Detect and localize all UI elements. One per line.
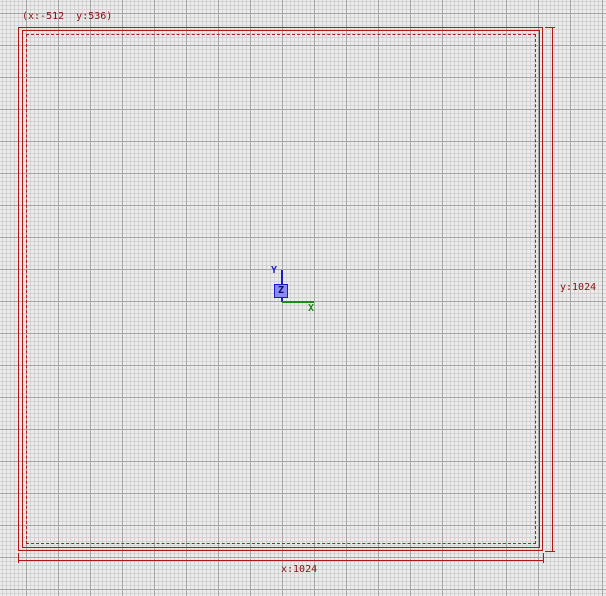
x-axis-label: X bbox=[308, 303, 315, 314]
cursor-coordinate-readout: (x:-512 y:536) bbox=[22, 11, 113, 22]
height-dimension-label: y:1024 bbox=[560, 282, 597, 293]
height-dimension-tick-bottom bbox=[545, 551, 555, 552]
grid-viewport[interactable]: (x:-512 y:536) x:1024 y:1024 Y X Z bbox=[0, 0, 606, 596]
height-dimension-tick-top bbox=[545, 27, 555, 28]
y-axis-label: Y bbox=[271, 265, 278, 276]
width-dimension-tick-left bbox=[18, 553, 19, 563]
width-dimension-line bbox=[18, 560, 544, 561]
width-dimension-tick-right bbox=[543, 553, 544, 563]
axis-gizmo[interactable]: Y X Z bbox=[268, 262, 328, 322]
z-axis-label: Z bbox=[278, 285, 285, 296]
width-dimension-label: x:1024 bbox=[281, 564, 318, 575]
height-dimension-line bbox=[552, 27, 553, 552]
